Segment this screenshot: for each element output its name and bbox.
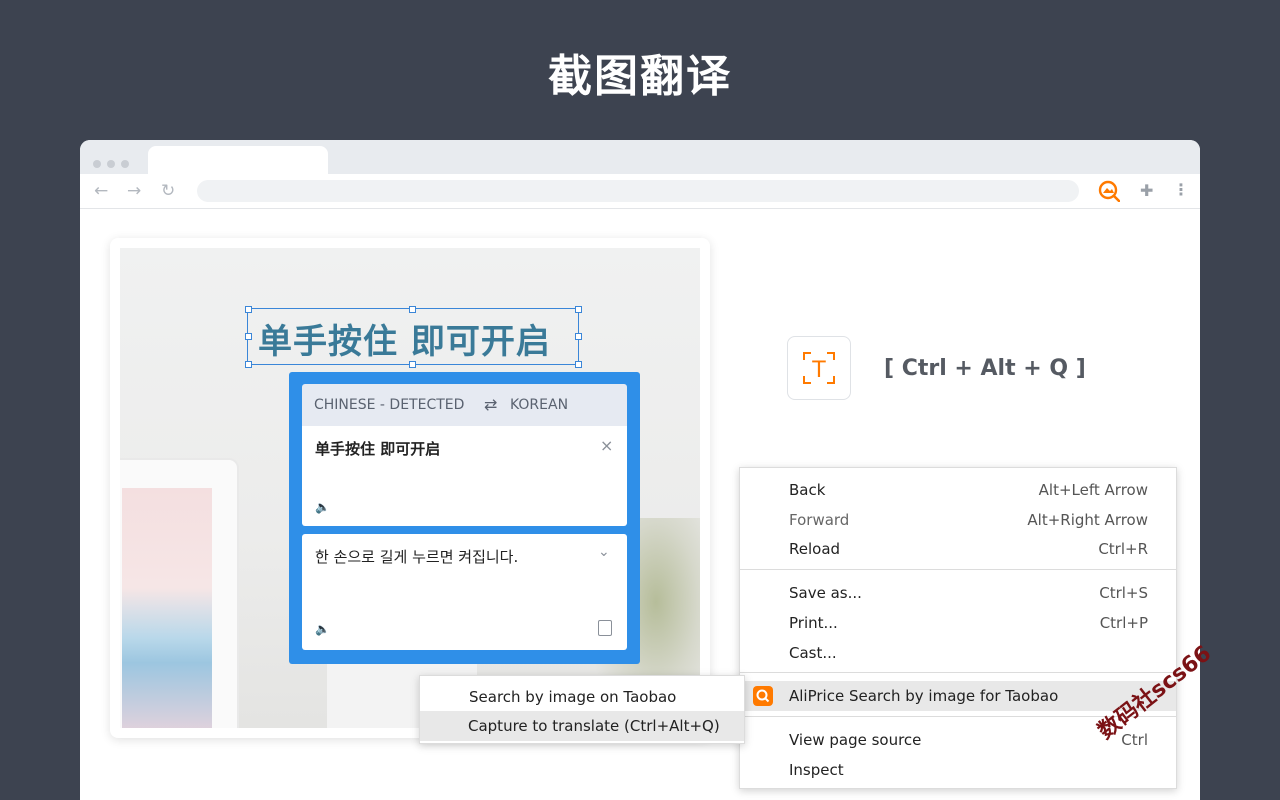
menu-item-print[interactable]: Print... Ctrl+P	[740, 608, 1176, 638]
selection-handle[interactable]	[575, 361, 582, 368]
menu-item-inspect[interactable]: Inspect	[740, 755, 1176, 785]
selection-handle[interactable]	[245, 333, 252, 340]
page-headline: 截图翻译	[548, 51, 732, 102]
submenu-item-capture-translate[interactable]: Capture to translate (Ctrl+Alt+Q)	[420, 711, 744, 741]
chevron-down-icon[interactable]: ⌄	[598, 544, 610, 560]
close-icon[interactable]: ×	[600, 436, 613, 455]
selection-handle[interactable]	[245, 306, 252, 313]
translated-text: 한 손으로 길게 누르면 켜집니다.	[315, 548, 519, 566]
selected-text: 单手按住 即可开启	[258, 322, 551, 362]
menu-item-cast[interactable]: Cast...	[740, 638, 1176, 668]
menu-divider	[740, 569, 1176, 570]
capture-translate-icon: T	[787, 336, 851, 400]
submenu-item-search-taobao[interactable]: Search by image on Taobao	[420, 682, 744, 712]
kebab-menu-icon[interactable]: ⋮	[1173, 180, 1189, 199]
address-bar[interactable]	[197, 180, 1079, 202]
menu-item-forward[interactable]: Forward Alt+Right Arrow	[740, 505, 1176, 535]
window-controls[interactable]	[93, 153, 135, 172]
menu-item-back[interactable]: Back Alt+Left Arrow	[740, 475, 1176, 505]
speaker-icon[interactable]: 🔈	[315, 622, 330, 636]
back-arrow-icon[interactable]: ←	[94, 181, 108, 201]
aliprice-extension-icon[interactable]	[1098, 180, 1120, 202]
source-text-box[interactable]: 单手按住 即可开启 × 🔈	[302, 426, 627, 526]
aliprice-submenu: Search by image on Taobao Capture to tra…	[419, 675, 745, 744]
selection-handle[interactable]	[575, 306, 582, 313]
menu-item-save-as[interactable]: Save as... Ctrl+S	[740, 578, 1176, 608]
selection-handle[interactable]	[575, 333, 582, 340]
photo-frame-shape	[120, 458, 239, 728]
hotkey-label: [ Ctrl + Alt + Q ]	[884, 356, 1086, 381]
swap-icon[interactable]: ⇄	[484, 384, 497, 426]
capture-icon-letter: T	[811, 358, 826, 383]
puzzle-icon[interactable]: ✚	[1140, 181, 1153, 200]
translation-box: 한 손으로 길게 누르면 켜집니다. ⌄ 🔈	[302, 534, 627, 650]
source-language[interactable]: CHINESE - DETECTED	[314, 384, 464, 426]
selection-handle[interactable]	[245, 361, 252, 368]
reload-icon[interactable]: ↻	[161, 181, 175, 201]
aliprice-search-icon	[753, 686, 773, 706]
tab-strip	[80, 140, 1200, 174]
browser-tab[interactable]	[148, 146, 328, 174]
source-text: 单手按住 即可开启	[315, 440, 441, 458]
selection-handle[interactable]	[409, 306, 416, 313]
browser-toolbar: ← → ↻ ✚ ⋮	[80, 174, 1200, 209]
language-bar: CHINESE - DETECTED ⇄ KOREAN	[302, 384, 627, 426]
target-language[interactable]: KOREAN	[510, 384, 568, 426]
speaker-icon[interactable]: 🔈	[315, 500, 330, 514]
menu-divider	[740, 672, 1176, 673]
forward-arrow-icon[interactable]: →	[127, 181, 141, 201]
menu-item-reload[interactable]: Reload Ctrl+R	[740, 534, 1176, 564]
copy-icon[interactable]	[598, 620, 612, 636]
